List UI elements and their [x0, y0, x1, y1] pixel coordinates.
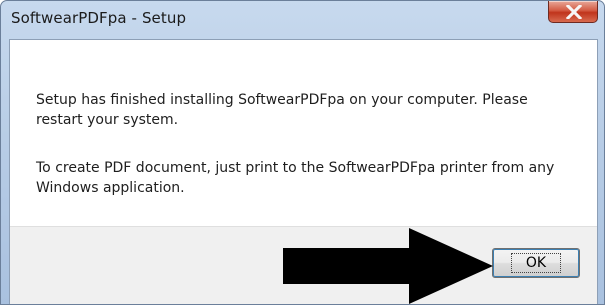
close-icon — [566, 5, 582, 19]
close-button[interactable] — [548, 1, 598, 23]
ok-button-label: OK — [510, 253, 562, 273]
window-title: SoftwearPDFpa - Setup — [11, 9, 187, 27]
arrow-right-icon — [283, 228, 493, 304]
setup-dialog: SoftwearPDFpa - Setup Setup has finished… — [0, 0, 605, 305]
title-bar[interactable]: SoftwearPDFpa - Setup — [1, 1, 604, 39]
finish-message: Setup has finished installing SoftwearPD… — [36, 92, 528, 128]
ok-button[interactable]: OK — [492, 248, 580, 278]
print-instructions: To create PDF document, just print to th… — [36, 160, 555, 196]
